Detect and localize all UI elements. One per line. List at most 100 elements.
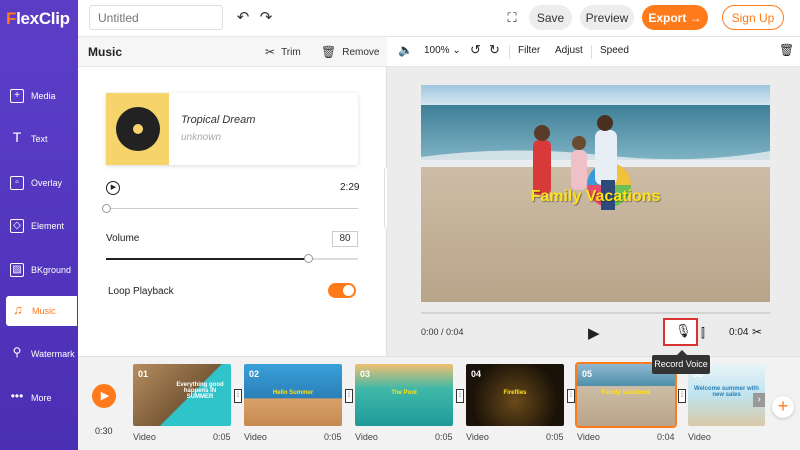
clip-number: 02 [249, 369, 260, 379]
split-icon[interactable]: ⫿ [701, 326, 705, 341]
transition-icon[interactable]: ⁞ [234, 389, 242, 403]
sidebar: + Media T Text ▫ Overlay ◇ Element ▨ BKground… [0, 37, 78, 450]
fullscreen-icon[interactable]: ⛶ [502, 8, 522, 28]
clip-caption: Everything good happens IN SUMMER [176, 382, 224, 400]
save-button[interactable]: Save [529, 5, 572, 30]
clip-caption: Fireflies [503, 390, 527, 396]
clip-number: 04 [471, 369, 482, 379]
logo-text: lexClip [16, 8, 70, 28]
clip-caption: The Pool [391, 390, 417, 396]
volume-fill [106, 258, 308, 260]
clip-duration: 0:05 [435, 432, 453, 442]
sidebar-item-bkground[interactable]: ▨ BKground [5, 256, 76, 284]
undo-icon[interactable]: ↶ [233, 8, 253, 28]
volume-label: Volume [106, 233, 140, 244]
trim-button[interactable]: ✂ Trim [265, 45, 301, 59]
preview-timeline[interactable] [421, 312, 770, 314]
sidebar-item-label: BKground [31, 265, 72, 275]
filter-button[interactable]: Filter [518, 45, 540, 56]
element-icon: ◇ [10, 219, 24, 233]
background-icon: ▨ [10, 263, 24, 277]
trim-label: Trim [281, 46, 301, 58]
transition-icon[interactable]: ⁞ [456, 389, 464, 403]
clip-thumbnail[interactable]: 04 Fireflies [466, 364, 564, 426]
clip-number: 03 [360, 369, 371, 379]
record-voice-tooltip: Record Voice [652, 350, 710, 374]
clip-duration: 0:04 [729, 327, 749, 338]
sidebar-item-watermark[interactable]: ⚲ Watermark [5, 340, 76, 368]
clip-label: Video [577, 432, 600, 442]
flexclip-logo[interactable]: FlexClip [0, 0, 78, 37]
preview-time: 0:00 / 0:04 [421, 327, 464, 337]
add-clip-button[interactable]: + [772, 396, 794, 418]
clip-label: Video [355, 432, 378, 442]
music-progress-handle[interactable] [102, 204, 111, 213]
remove-label: Remove [342, 46, 380, 58]
sidebar-item-text[interactable]: T Text [5, 125, 76, 153]
song-name: Tropical Dream [181, 114, 256, 126]
sidebar-item-label: Media [31, 91, 56, 101]
export-button[interactable]: Export → [642, 5, 708, 30]
scroll-right-icon[interactable]: › [753, 393, 765, 407]
loop-playback-toggle[interactable] [328, 283, 356, 298]
music-duration: 2:29 [340, 182, 360, 193]
sidebar-item-label: Overlay [31, 178, 63, 188]
rotate-right-icon[interactable]: ↻ [489, 42, 500, 58]
transition-icon[interactable]: ⁞ [678, 389, 686, 403]
text-icon: T [12, 129, 22, 145]
sidebar-item-label: Text [31, 134, 48, 144]
total-duration: 0:30 [95, 426, 113, 436]
clip-label: Video [466, 432, 489, 442]
remove-button[interactable]: 🗑 Remove [321, 45, 379, 59]
loop-playback-label: Loop Playback [108, 286, 174, 297]
preview-button[interactable]: Preview [580, 5, 634, 30]
delete-icon[interactable]: 🗑 [779, 43, 794, 57]
music-note-icon: ♫ [13, 302, 23, 317]
music-panel-title: Music [88, 45, 123, 59]
sidebar-item-music[interactable]: ♫ Music [6, 296, 77, 326]
zoom-value: 100% [424, 45, 450, 56]
sidebar-item-more[interactable]: ••• More [5, 384, 76, 412]
signup-button[interactable]: Sign Up [722, 5, 784, 30]
song-artist: unknown [181, 132, 222, 143]
clip-duration: 0:05 [546, 432, 564, 442]
play-icon[interactable]: ▶ [588, 324, 600, 342]
redo-icon[interactable]: ↷ [256, 8, 276, 28]
storyboard-play-button[interactable]: ▶ [92, 384, 116, 408]
scissors-icon[interactable]: ✂ [752, 325, 762, 339]
clip-thumbnail[interactable]: 03 The Pool [355, 364, 453, 426]
scissors-icon: ✂ [265, 45, 276, 59]
rotate-left-icon[interactable]: ↺ [470, 42, 481, 58]
media-icon: + [10, 89, 24, 103]
clip-label: Video [688, 432, 711, 442]
zoom-select[interactable]: 100% ⌄ [424, 45, 461, 56]
clip-duration: 0:05 [324, 432, 342, 442]
clip-thumbnail[interactable]: 01 Everything good happens IN SUMMER [133, 364, 231, 426]
song-card[interactable]: Tropical Dream unknown [106, 93, 358, 165]
sidebar-item-label: Element [31, 221, 65, 231]
volume-icon[interactable]: 🔈 [398, 43, 413, 57]
volume-value[interactable]: 80 [332, 231, 358, 247]
volume-slider-handle[interactable] [303, 254, 313, 263]
music-progress-track[interactable] [106, 208, 358, 209]
music-panel: Music ✂ Trim 🗑 Remove Tropical Dream unkno… [78, 37, 387, 356]
project-title-input[interactable] [89, 5, 223, 30]
music-play-icon[interactable]: ▶ [106, 181, 120, 195]
clip-duration: 0:05 [213, 432, 231, 442]
transition-icon[interactable]: ⁞ [567, 389, 575, 403]
clip-label: Video [244, 432, 267, 442]
divider [591, 45, 592, 59]
clip-thumbnail[interactable]: 02 Hello Summer [244, 364, 342, 426]
sidebar-item-media[interactable]: + Media [5, 82, 76, 110]
transition-icon[interactable]: ⁞ [345, 389, 353, 403]
video-caption[interactable]: Family Vacations [421, 188, 770, 206]
sidebar-item-label: More [31, 393, 52, 403]
speed-button[interactable]: Speed [600, 45, 629, 56]
sidebar-item-element[interactable]: ◇ Element [5, 212, 76, 240]
adjust-button[interactable]: Adjust [555, 45, 583, 56]
clip-caption: Family Vacations [601, 390, 651, 396]
sidebar-item-overlay[interactable]: ▫ Overlay [5, 169, 76, 197]
clip-caption: Hello Summer [272, 390, 314, 396]
logo-letter: F [6, 8, 17, 28]
microphone-icon[interactable]: 🎙 [675, 323, 692, 339]
